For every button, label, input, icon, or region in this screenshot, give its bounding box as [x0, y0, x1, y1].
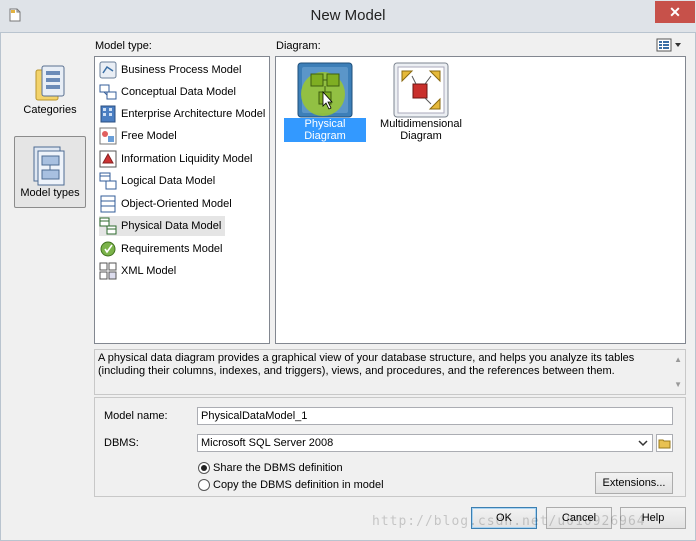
xml-model-icon — [99, 262, 117, 280]
list-item-label: Information Liquidity Model — [121, 153, 253, 165]
diagram-item-physical[interactable]: Physical Diagram — [284, 62, 366, 142]
dbms-browse-button[interactable] — [656, 434, 673, 452]
scroll-up-icon[interactable]: ▲ — [674, 353, 682, 366]
conceptual-data-model-icon — [99, 84, 117, 100]
diagram-label: Diagram: — [276, 40, 321, 52]
list-item[interactable]: Requirements Model — [99, 239, 227, 259]
radio-button[interactable] — [198, 479, 210, 491]
extensions-button[interactable]: Extensions... — [595, 472, 673, 494]
window-title: New Model — [310, 7, 386, 24]
diagram-item-label-line1: Multidimensional — [380, 118, 462, 130]
radio-copy-dbms[interactable]: Copy the DBMS definition in model — [198, 479, 384, 491]
model-types-icon — [33, 146, 65, 186]
scroll-down-icon[interactable]: ▼ — [674, 378, 682, 391]
physical-diagram-icon — [297, 62, 353, 118]
list-item[interactable]: XML Model — [99, 261, 180, 281]
diagram-item-label: Multidimensional Diagram — [376, 118, 466, 142]
enterprise-architecture-model-icon — [100, 105, 116, 123]
model-type-label: Model type: — [95, 40, 152, 52]
logical-data-model-icon — [99, 172, 117, 190]
diagram-item-multidimensional[interactable]: Multidimensional Diagram — [376, 62, 466, 142]
folder-icon — [658, 439, 671, 449]
list-item-label: Physical Data Model — [121, 220, 222, 232]
watermark: http://blog.csdn.net/u010926964 — [372, 514, 646, 529]
description-box: A physical data diagram provides a graph… — [94, 349, 686, 395]
list-item[interactable]: Object-Oriented Model — [99, 194, 236, 214]
list-item-label: Conceptual Data Model — [121, 86, 236, 98]
list-item[interactable]: Enterprise Architecture Model — [99, 104, 269, 124]
diagram-item-label-line2: Diagram — [400, 130, 442, 142]
radio-share-dbms[interactable]: Share the DBMS definition — [198, 462, 343, 474]
list-item[interactable]: Business Process Model — [99, 60, 245, 80]
description-text: A physical data diagram provides a graph… — [98, 352, 635, 377]
new-model-dialog: Categories Model types Model type: Busin… — [0, 32, 696, 541]
model-name-label: Model name: — [104, 410, 168, 422]
object-oriented-model-icon — [100, 195, 116, 213]
list-item-label: Free Model — [121, 130, 177, 142]
close-button[interactable]: ✕ — [655, 1, 695, 23]
list-item-label: Logical Data Model — [121, 175, 216, 187]
dbms-selected-value: Microsoft SQL Server 2008 — [201, 437, 334, 449]
list-item[interactable]: Conceptual Data Model — [99, 82, 240, 102]
list-item[interactable]: Logical Data Model — [99, 171, 219, 191]
radio-copy-label: Copy the DBMS definition in model — [213, 479, 384, 491]
radio-share-label: Share the DBMS definition — [213, 462, 343, 474]
list-view-icon[interactable] — [656, 38, 684, 52]
diagram-item-label: Physical Diagram — [284, 118, 366, 142]
list-item[interactable]: Information Liquidity Model — [99, 149, 256, 169]
list-item-label: XML Model — [121, 265, 177, 277]
model-name-field[interactable]: PhysicalDataModel_1 — [197, 407, 673, 425]
title-bar: New Model ✕ — [0, 0, 696, 32]
list-item-label: Business Process Model — [121, 64, 242, 76]
physical-data-model-icon — [99, 217, 117, 235]
dbms-label: DBMS: — [104, 437, 139, 449]
list-item-label: Object-Oriented Model — [121, 198, 232, 210]
diagram-list[interactable]: Physical Diagram Multidimensional Diagra… — [275, 56, 686, 344]
list-item-selected[interactable]: Physical Data Model — [99, 216, 226, 236]
list-item-label: Enterprise Architecture Model — [121, 108, 266, 120]
categories-icon — [35, 65, 65, 101]
nav-model-types-label: Model types — [20, 187, 80, 199]
list-item[interactable]: Free Model — [99, 126, 181, 146]
model-type-list[interactable]: Business Process Model Conceptual Data M… — [94, 56, 270, 344]
nav-categories-label: Categories — [23, 104, 77, 116]
business-process-model-icon — [99, 61, 117, 79]
information-liquidity-model-icon — [99, 150, 117, 168]
radio-button-checked[interactable] — [198, 462, 210, 474]
multidimensional-diagram-icon — [393, 62, 449, 118]
free-model-icon — [99, 127, 117, 145]
nav-model-types[interactable]: Model types — [14, 136, 86, 208]
list-item-label: Requirements Model — [121, 243, 223, 255]
close-icon: ✕ — [669, 4, 681, 20]
dbms-select[interactable]: Microsoft SQL Server 2008 — [197, 434, 653, 452]
chevron-down-icon — [638, 440, 648, 447]
nav-categories[interactable]: Categories — [14, 60, 86, 126]
requirements-model-icon — [100, 241, 116, 257]
